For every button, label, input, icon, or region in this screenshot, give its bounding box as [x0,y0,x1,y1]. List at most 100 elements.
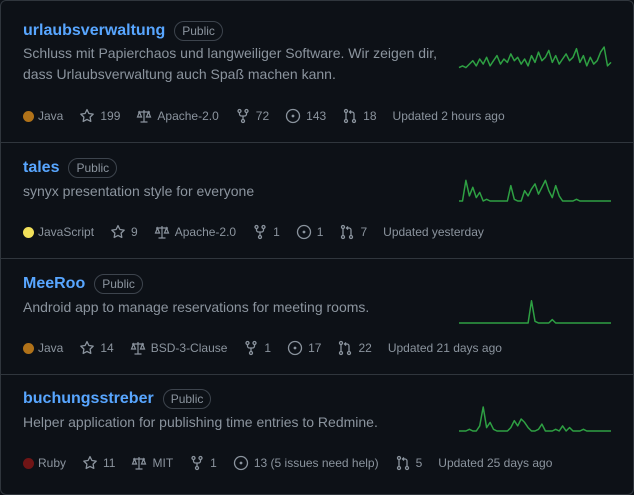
issue-icon [285,108,301,124]
repo-description: Android app to manage reservations for m… [23,299,370,315]
visibility-badge: Public [94,274,143,294]
updated-time: Updated 2 hours ago [392,109,505,123]
scale-icon [132,457,147,470]
issues-link[interactable]: 1 [296,224,324,240]
forks-link[interactable]: 1 [243,340,271,356]
issues-link[interactable]: 17 [287,340,321,356]
pulls-count: 7 [360,225,368,239]
repo-name-link[interactable]: buchungsstreber [23,390,154,408]
language-label: Java [38,341,64,355]
issue-icon [296,224,311,240]
language-label: JavaScript [38,225,95,239]
fork-icon [245,340,258,356]
activity-sparkline-path [459,406,611,432]
language-color-dot [23,226,34,238]
forks-count: 72 [255,109,270,123]
license-info: BSD-3-Clause [130,340,228,356]
stars-count: 11 [103,456,116,470]
stars-count: 199 [100,109,121,123]
forks-link[interactable]: 1 [189,455,217,471]
repo-language: JavaScript [23,225,94,239]
pull-request-icon [341,224,354,240]
scale-icon [130,342,146,355]
repo-language: Java [23,341,63,355]
stars-link[interactable]: 14 [79,340,114,356]
visibility-badge: Public [162,389,212,409]
pulls-link[interactable]: 22 [337,340,372,356]
star-icon [80,340,95,355]
star-icon [80,108,95,123]
star-icon [111,224,125,239]
pulls-count: 18 [363,109,377,123]
repo-name-link[interactable]: MeeRoo [23,275,85,293]
repo-card: urlaubsverwaltung Public Schluss mit Pap… [1,1,633,143]
stars-link[interactable]: 199 [79,108,120,124]
activity-sparkline-path [459,179,611,202]
issues-count: 1 [316,225,324,239]
repo-list: urlaubsverwaltung Public Schluss mit Pap… [0,0,634,495]
license-info: MIT [131,455,173,471]
pulls-link[interactable]: 7 [339,224,367,240]
issues-link[interactable]: 143 [285,108,326,124]
repo-name-link[interactable]: urlaubsverwaltung [23,22,165,40]
license-label: BSD-3-Clause [150,341,228,355]
updated-time: Updated 25 days ago [438,456,553,470]
issues-count: 13 (5 issues need help) [253,456,379,470]
stars-count: 9 [131,225,138,239]
repo-title-row: buchungsstreber Public [23,389,212,409]
activity-sparkline [459,406,611,432]
license-label: MIT [152,456,174,470]
pull-request-icon [344,108,357,124]
repo-description: synyx presentation style for everyone [23,183,255,199]
repo-language: Ruby [23,456,66,470]
pulls-count: 22 [358,341,372,355]
language-color-dot [23,342,34,354]
repo-name-link[interactable]: tales [23,159,59,177]
language-color-dot [23,110,34,122]
repo-card: MeeRoo Public Android app to manage rese… [1,259,633,375]
repo-title-row: tales Public [23,158,118,178]
repo-description: Helper application for publishing time e… [23,414,378,430]
forks-link[interactable]: 72 [235,108,269,124]
license-info: Apache-2.0 [154,224,236,240]
visibility-badge: Public [174,21,223,41]
repo-description: Schluss mit Papierchaos und langweiliger… [23,45,437,82]
forks-count: 1 [273,225,280,239]
stars-count: 14 [100,341,114,355]
repo-meta: Ruby 11 MIT 1 13 (5 issues need help) 5 [23,455,568,471]
forks-link[interactable]: 1 [252,224,280,240]
issues-count: 17 [308,341,322,355]
license-label: Apache-2.0 [174,225,237,239]
language-color-dot [23,457,34,469]
language-label: Java [38,109,64,123]
issue-icon [233,455,248,471]
fork-icon [254,224,266,240]
activity-sparkline [459,179,611,202]
repo-card: buchungsstreber Public Helper applicatio… [1,375,633,494]
pulls-link[interactable]: 5 [395,455,422,471]
star-icon [83,455,97,470]
forks-count: 1 [264,341,272,355]
activity-sparkline [459,299,611,324]
pulls-link[interactable]: 18 [342,108,377,124]
issues-link[interactable]: 13 (5 issues need help) [233,455,379,471]
pull-request-icon [339,340,352,356]
repo-language: Java [23,109,63,123]
repo-title-row: MeeRoo Public [23,274,143,294]
language-label: Ruby [38,456,67,470]
activity-sparkline-path [459,299,611,324]
repo-meta: Java 14 BSD-3-Clause 1 17 22 Updated 21 … [23,340,518,356]
scale-icon [154,226,170,239]
activity-sparkline [458,46,612,69]
stars-link[interactable]: 11 [82,455,115,471]
stars-link[interactable]: 9 [110,224,138,240]
updated-time: Updated 21 days ago [387,341,502,355]
updated-time: Updated yesterday [383,225,484,239]
forks-count: 1 [210,456,217,470]
repo-card: tales Public synyx presentation style fo… [1,143,633,259]
repo-title-row: urlaubsverwaltung Public [23,21,223,41]
repo-meta: JavaScript 9 Apache-2.0 1 1 7 Updated ye… [23,224,500,240]
issues-count: 143 [306,109,327,123]
fork-icon [191,455,203,471]
scale-icon [137,110,152,123]
